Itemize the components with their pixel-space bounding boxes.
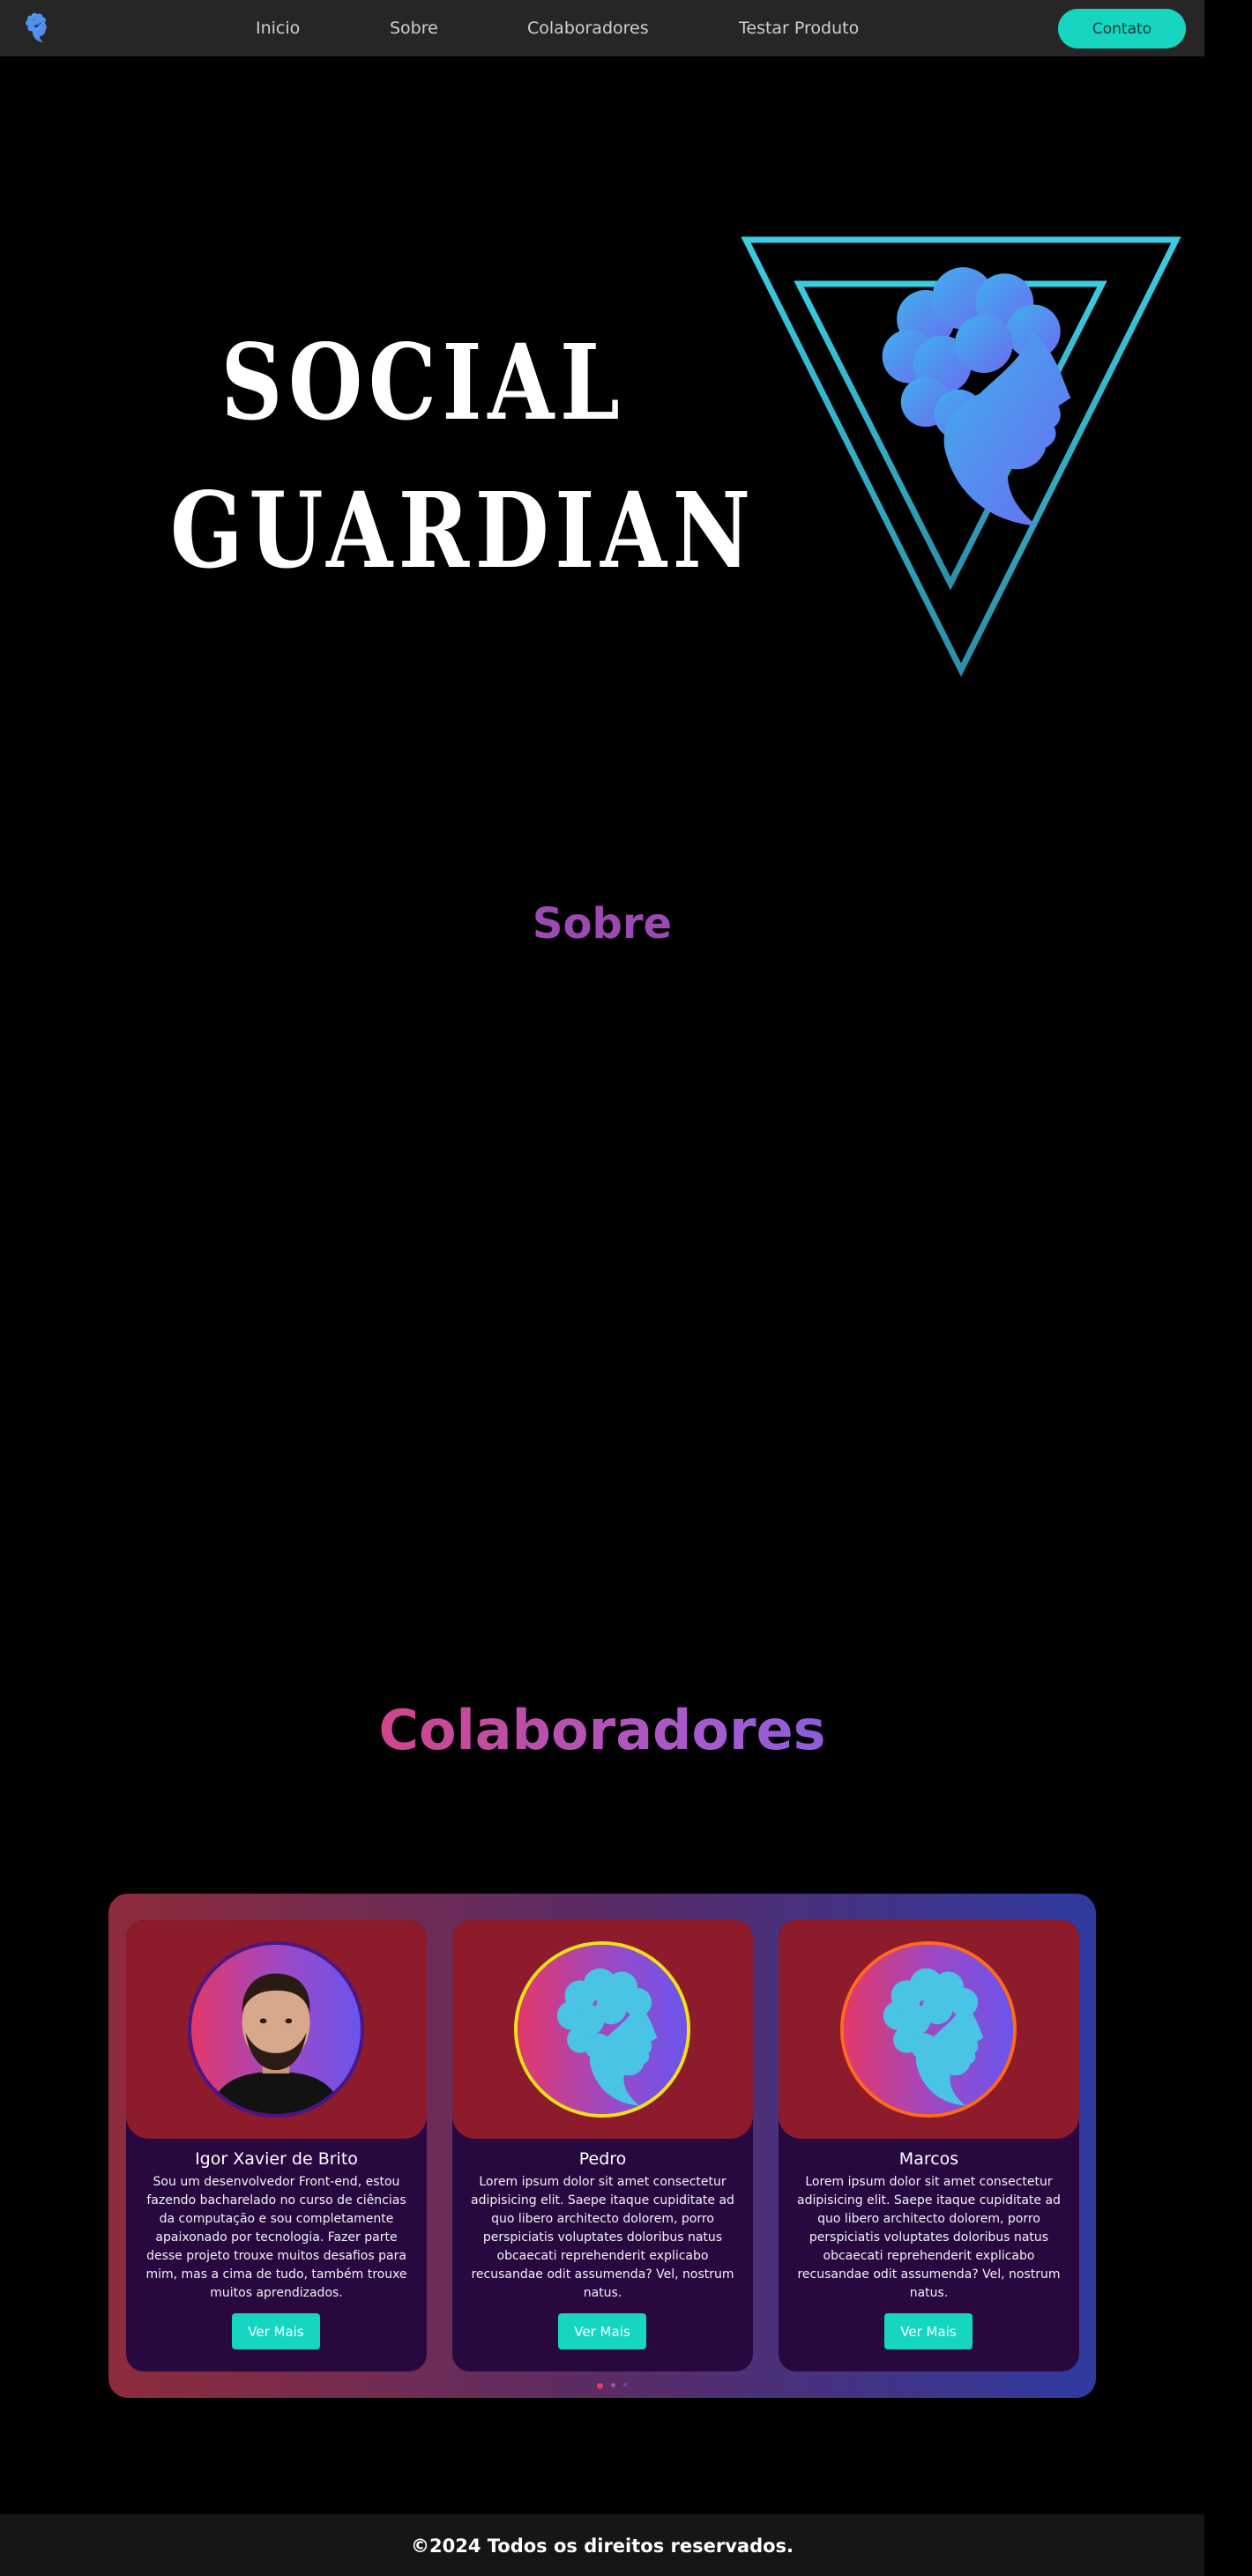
triangle-brain-head-icon — [739, 231, 1183, 679]
collaborator-name: Igor Xavier de Brito — [195, 2149, 358, 2169]
nav-link-sobre[interactable]: Sobre — [390, 19, 438, 38]
navbar: Inicio Sobre Colaboradores Testar Produt… — [0, 0, 1204, 56]
collaborator-description: Sou um desenvolvedor Front-end, estou fa… — [145, 2175, 407, 2300]
collaborator-name: Pedro — [578, 2149, 627, 2169]
contact-button[interactable]: Contato — [1058, 9, 1186, 48]
collaborator-card: Igor Xavier de Brito Sou um desenvolvedo… — [126, 1920, 427, 2371]
nav-link-colaboradores[interactable]: Colaboradores — [527, 19, 649, 38]
ver-mais-button[interactable]: Ver Mais — [884, 2313, 973, 2349]
nav-link-inicio[interactable]: Inicio — [256, 19, 300, 38]
pagination-dot-active[interactable] — [597, 2383, 603, 2389]
ver-mais-button[interactable]: Ver Mais — [232, 2313, 320, 2349]
avatar-brain-head-icon — [514, 1941, 690, 2118]
collaborators-carousel[interactable]: Igor Xavier de Brito Sou um desenvolvedo… — [108, 1894, 1096, 2398]
avatar-photo — [188, 1941, 364, 2118]
colaboradores-heading: Colaboradores — [0, 1698, 1204, 1762]
footer-copyright: ©2024 Todos os direitos reservados. — [410, 2535, 794, 2557]
logo-brain-head-icon[interactable] — [21, 8, 49, 47]
hero-title: SOCIAL GUARDIAN — [170, 309, 756, 605]
pagination-dot[interactable] — [611, 2383, 615, 2387]
collaborator-name: Marcos — [898, 2149, 959, 2169]
collaborator-description: Lorem ipsum dolor sit amet consectetur a… — [471, 2175, 734, 2300]
avatar-brain-head-icon — [840, 1941, 1017, 2118]
collaborator-card: Marcos Lorem ipsum dolor sit amet consec… — [779, 1920, 1079, 2371]
collaborator-description: Lorem ipsum dolor sit amet consectetur a… — [797, 2175, 1061, 2300]
pagination-dot[interactable] — [623, 2383, 627, 2386]
hero-title-line1: SOCIAL — [220, 321, 626, 443]
footer: ©2024 Todos os direitos reservados. — [0, 2514, 1204, 2576]
sobre-heading: Sobre — [532, 899, 673, 949]
hero-title-line2: GUARDIAN — [170, 469, 756, 592]
ver-mais-button[interactable]: Ver Mais — [558, 2313, 646, 2349]
collaborator-card: Pedro Lorem ipsum dolor sit amet consect… — [452, 1920, 753, 2371]
nav-link-testar-produto[interactable]: Testar Produto — [739, 19, 859, 38]
